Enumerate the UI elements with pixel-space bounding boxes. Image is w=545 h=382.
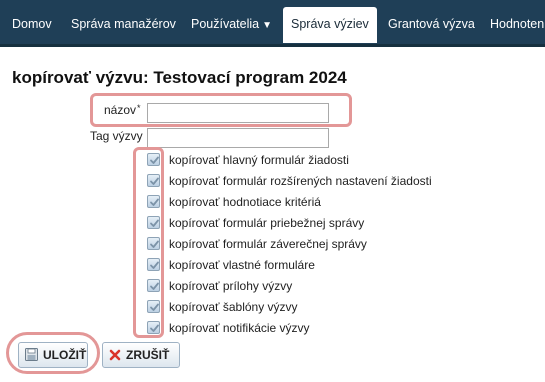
checkmark-icon (150, 324, 159, 332)
copy-option-checkbox[interactable] (147, 237, 160, 250)
tag-vyzvy-input[interactable] (147, 128, 329, 148)
checkmark-icon (150, 240, 159, 248)
copy-option-checkbox[interactable] (147, 279, 160, 292)
top-navbar: Domov Správa manažérov Používatelia ▼ Spr… (0, 0, 545, 47)
copy-option-label: kopírovať prílohy výzvy (169, 279, 293, 293)
copy-option-checkbox[interactable] (147, 300, 160, 313)
copy-option-checkbox[interactable] (147, 258, 160, 271)
checkmark-icon (150, 198, 159, 206)
checkmark-icon (150, 261, 159, 269)
copy-option-label: kopírovať formulár záverečnej správy (169, 237, 367, 251)
cancel-button[interactable]: ZRUŠIŤ (102, 342, 180, 368)
checkmark-icon (150, 156, 159, 164)
copy-option-checkbox[interactable] (147, 195, 160, 208)
nav-item-sprava-vyziev[interactable]: Správa výziev (283, 7, 377, 43)
copy-option-label: kopírovať hlavný formulár žiadosti (169, 153, 349, 167)
checkmark-icon (150, 282, 159, 290)
copy-option-label: kopírovať formulár priebežnej správy (169, 216, 365, 230)
required-mark: * (137, 103, 141, 113)
tag-vyzvy-label: Tag výzvy (90, 129, 143, 143)
copy-option-checkbox[interactable] (147, 321, 160, 334)
save-button[interactable]: ULOŽIŤ (18, 342, 88, 368)
close-icon (109, 349, 121, 361)
copy-option-label: kopírovať formulár rozšírených nastavení… (169, 174, 432, 188)
floppy-disk-icon (25, 348, 38, 362)
nav-item-pouzivatelia-label: Používatelia (191, 17, 260, 31)
copy-option-label: kopírovať hodnotiace kritériá (169, 195, 321, 209)
nav-item-sprava-manazerov[interactable]: Správa manažérov (71, 8, 176, 40)
nav-item-hodnotenie[interactable]: Hodnotenie (490, 8, 545, 40)
checkmark-icon (150, 219, 159, 227)
copy-option-checkbox[interactable] (147, 174, 160, 187)
copy-option-label: kopírovať notifikácie výzvy (169, 321, 310, 335)
copy-option-label: kopírovať šablóny výzvy (169, 300, 298, 314)
nav-item-pouzivatelia[interactable]: Používatelia ▼ (191, 8, 272, 40)
checkmark-icon (150, 303, 159, 311)
copy-option-label: kopírovať vlastné formuláre (169, 258, 315, 272)
nazov-input[interactable] (147, 103, 329, 123)
nav-item-domov[interactable]: Domov (12, 8, 52, 40)
cancel-button-label: ZRUŠIŤ (126, 348, 170, 362)
nazov-label: názov* (104, 103, 141, 117)
copy-option-checkbox[interactable] (147, 216, 160, 229)
page-title: kopírovať výzvu: Testovací program 2024 (12, 68, 347, 87)
save-button-label: ULOŽIŤ (43, 348, 87, 362)
nav-item-grantova-vyzva[interactable]: Grantová výzva (388, 8, 475, 40)
checkmark-icon (150, 177, 159, 185)
copy-option-checkbox[interactable] (147, 153, 160, 166)
chevron-down-icon: ▼ (262, 20, 273, 31)
